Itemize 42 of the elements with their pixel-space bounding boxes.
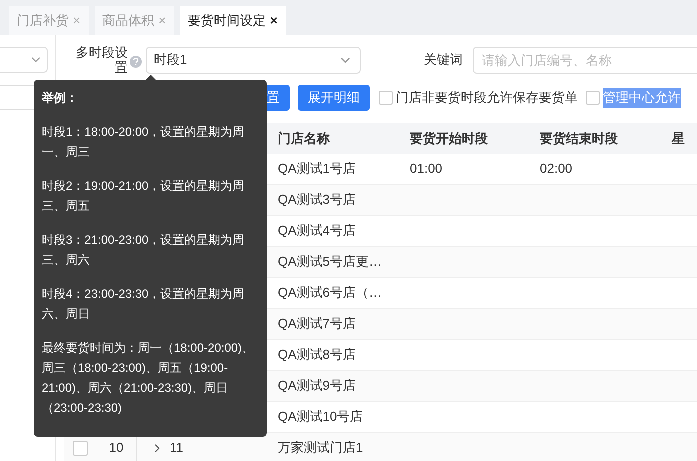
action-button[interactable]: 展开明细 <box>298 85 370 111</box>
tooltip-title: 举例： <box>42 90 78 107</box>
tab[interactable]: 门店补货 × <box>9 6 89 35</box>
period-select[interactable]: 时段1 <box>146 46 361 74</box>
table-cell: 02:00 <box>540 161 573 176</box>
table-cell: QA测试9号店 <box>278 378 356 394</box>
table-cell: QA测试10号店 <box>278 409 364 424</box>
column-header: 要货开始时段 <box>410 130 488 146</box>
table-cell: QA测试5号店更… <box>278 254 382 270</box>
tab[interactable]: 要货时间设定 × <box>180 6 286 35</box>
checkbox-label[interactable]: 管理中心允许 <box>603 88 681 108</box>
table-cell: QA测试8号店 <box>278 347 356 362</box>
keyword-field[interactable]: 请输入门店编号、名称 <box>473 46 697 74</box>
tooltip-text: 时段4：23:00-23:30，设置的星期为周六、周日 <box>42 286 246 323</box>
field-label: 关键词 <box>423 51 463 70</box>
column-header: 要货结束时段 <box>540 130 618 146</box>
table-cell: 01:00 <box>410 161 443 176</box>
table-cell: QA测试3号店 <box>278 192 356 208</box>
table-cell-text: 10 <box>109 439 124 458</box>
close-icon[interactable]: × <box>270 10 278 30</box>
table-cell: QA测试6号店（… <box>278 285 382 300</box>
tab[interactable]: 商品体积 × <box>94 6 174 35</box>
checkbox[interactable] <box>73 440 88 456</box>
table-cell: 万家测试门店1 <box>278 440 364 456</box>
checkbox-label[interactable]: 门店非要货时段允许保存要货单 <box>396 88 578 108</box>
help-icon[interactable] <box>130 56 142 68</box>
close-icon[interactable]: × <box>73 10 81 30</box>
tooltip-text: 时段2：19:00-21:00，设置的星期为周三、周五 <box>42 178 246 215</box>
select-field[interactable] <box>0 47 48 73</box>
tooltip-text: 时段1：18:00-20:00，设置的星期为周一、周三 <box>42 124 246 161</box>
table-cell-text: 11 <box>170 439 184 458</box>
close-icon[interactable]: × <box>158 10 166 30</box>
column-header: 星 <box>672 130 685 146</box>
tooltip-text: 时段3：21:00-23:00，设置的星期为周三、周六 <box>42 232 246 269</box>
table-cell: QA测试7号店 <box>278 316 356 332</box>
field-label: 多时段设置 <box>75 45 128 75</box>
table-cell: QA测试4号店 <box>278 223 356 238</box>
tooltip-text: 最终要货时间为：周一（18:00-20:00)、周三（18:00-23:00)、周五（19:00-21:00)、周六（21:00-23:30)、周日（23:00-23:30) <box>42 340 256 417</box>
table-cell: QA测试1号店 <box>278 161 356 176</box>
column-header: 门店名称 <box>278 130 330 146</box>
checkbox[interactable] <box>586 91 600 105</box>
checkbox[interactable] <box>379 91 393 105</box>
